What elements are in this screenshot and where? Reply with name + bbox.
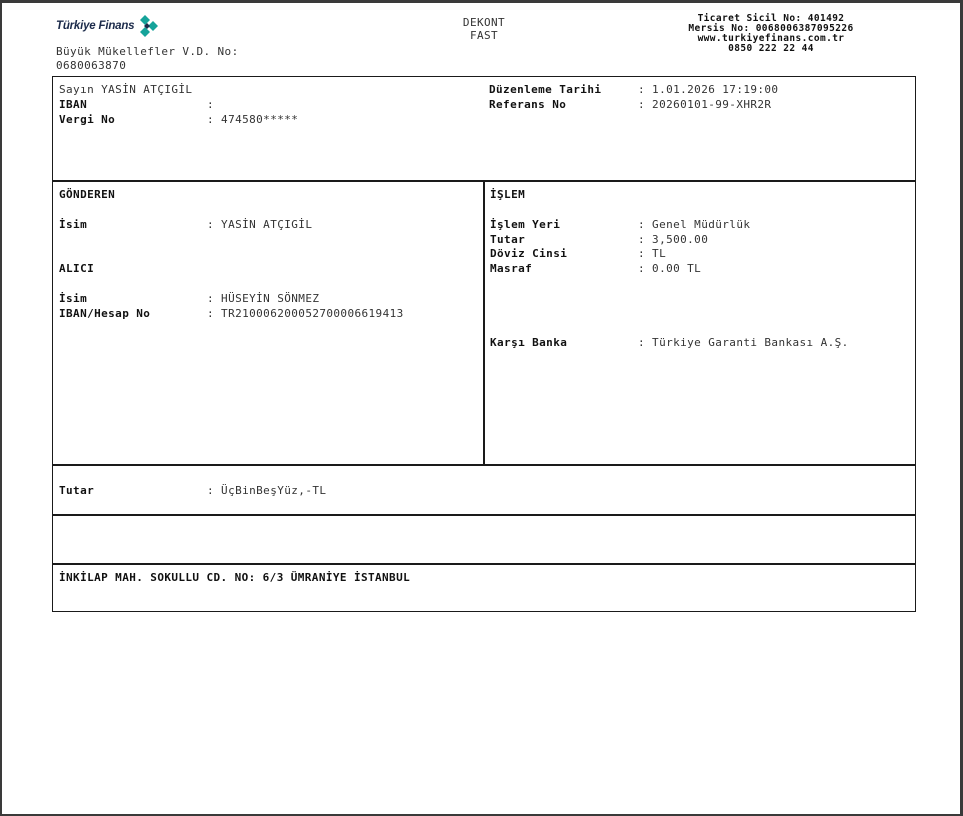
fee-label: Masraf: [490, 262, 533, 275]
fee-value: : 0.00 TL: [638, 262, 702, 275]
brand-name: Türkiye Finans: [56, 20, 135, 32]
reference-value: : 20260101-99-XHR2R: [638, 98, 772, 111]
brand-mark-icon: [140, 15, 159, 37]
tax-office-number: 0680063870: [56, 59, 127, 72]
issue-date-value: : 1.01.2026 17:19:00: [638, 83, 779, 96]
amount-words-box: [52, 464, 916, 516]
receiver-iban-label: IBAN/Hesap No: [59, 307, 151, 320]
amount-words-label: Tutar: [59, 484, 95, 497]
window-frame-left: [0, 0, 2, 816]
amount-words-value: : ÜçBinBeşYüz,-TL: [207, 484, 327, 497]
document-subtitle-text: FAST: [469, 29, 499, 42]
currency-value: : TL: [638, 247, 667, 260]
receiver-iban-value: : TR210006200052700006619413: [207, 307, 404, 320]
bank-info: Ticaret Sicil No: 401492 Mersis No: 0068…: [660, 14, 882, 54]
transaction-section-title: İŞLEM: [490, 188, 526, 201]
currency-label: Döviz Cinsi: [490, 247, 568, 260]
counter-bank-value: : Türkiye Garanti Bankası A.Ş.: [638, 336, 849, 349]
receiver-name-label: İsim: [59, 292, 88, 305]
reference-label: Referans No: [489, 98, 567, 111]
sender-name-value: : YASİN ATÇIGİL: [207, 218, 313, 231]
tax-office-label: Büyük Mükellefler V.D. No:: [56, 45, 239, 58]
tax-number-value: : 474580*****: [207, 113, 299, 126]
transaction-amount-label: Tutar: [490, 233, 526, 246]
tax-number-label: Vergi No: [59, 113, 116, 126]
blank-box: [52, 514, 916, 565]
receiver-section-title: ALICI: [59, 262, 95, 275]
sender-name-label: İsim: [59, 218, 88, 231]
customer-greeting: Sayın YASİN ATÇIGİL: [59, 83, 193, 96]
document-title-text: DEKONT: [462, 16, 506, 29]
document-title: DEKONT FAST: [430, 16, 538, 42]
transaction-place-value: : Genel Müdürlük: [638, 218, 751, 231]
sender-section-title: GÖNDEREN: [59, 188, 116, 201]
bank-address: İNKİLAP MAH. SOKULLU CD. NO: 6/3 ÜMRANİY…: [59, 571, 411, 584]
bank-phone: 0850 222 22 44: [728, 43, 814, 54]
transaction-amount-value: : 3,500.00: [638, 233, 709, 246]
receiver-name-value: : HÜSEYİN SÖNMEZ: [207, 292, 320, 305]
window-frame-top: [0, 0, 963, 3]
counter-bank-label: Karşı Banka: [490, 336, 568, 349]
iban-label: IBAN: [59, 98, 88, 111]
transaction-place-label: İşlem Yeri: [490, 218, 561, 231]
iban-value: :: [207, 98, 215, 111]
issue-date-label: Düzenleme Tarihi: [489, 83, 602, 96]
brand-logo: Türkiye Finans: [56, 14, 162, 38]
